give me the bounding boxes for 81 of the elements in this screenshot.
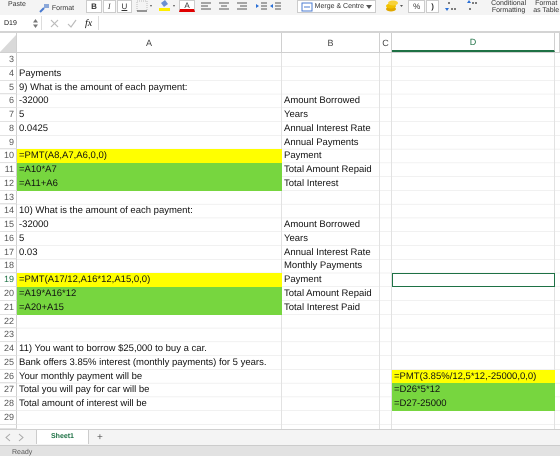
function-button[interactable]: fx: [85, 18, 92, 28]
table-cell: =PMT(A17/12,A16*12,A15,0,0): [17, 273, 282, 288]
row-header[interactable]: 17: [0, 246, 17, 260]
table-cell-text: 0.03: [18, 246, 38, 260]
select-all-corner[interactable]: [0, 33, 17, 52]
row-header[interactable]: 4: [0, 66, 17, 81]
add-sheet-button[interactable]: +: [96, 432, 103, 443]
row-header[interactable]: 24: [0, 342, 17, 356]
brush-icon: [38, 2, 50, 14]
row-header[interactable]: 5: [0, 80, 17, 94]
column-header[interactable]: D: [392, 33, 555, 52]
row-header[interactable]: 29: [0, 410, 17, 425]
table-cell: =A19*A16*12: [17, 287, 282, 301]
row-header[interactable]: 13: [0, 190, 17, 204]
column-header[interactable]: C: [380, 33, 392, 52]
table-cell-text: Payment: [283, 273, 322, 288]
selected-cell[interactable]: [392, 273, 555, 288]
row-header[interactable]: 18: [0, 259, 17, 274]
table-cell: =D26*5*12: [392, 383, 555, 398]
row-header[interactable]: 27: [0, 383, 17, 398]
table-cell-text: Payments: [18, 66, 62, 81]
row-header[interactable]: 3: [0, 53, 17, 67]
table-cell-text: 9) What is the amount of each payment:: [18, 80, 188, 94]
table-cell-text: Bank offers 3.85% interest (monthly payments) for 5 years.: [18, 356, 268, 370]
comma-style-button[interactable]: ): [426, 0, 439, 13]
table-cell: =A20+A15: [17, 300, 282, 315]
bold-button[interactable]: B: [86, 0, 102, 13]
row-header[interactable]: 8: [0, 122, 17, 136]
caret-icon: [366, 4, 372, 8]
table-cell: =A10*A7: [17, 163, 282, 177]
row-header[interactable]: 9: [0, 136, 17, 150]
table-cell-text: Total amount of interest will be: [18, 397, 148, 411]
table-cell-text: Total you will pay for car will be: [18, 383, 150, 398]
table-cell-text: 5: [18, 232, 26, 246]
table-cell-text: Total Amount Repaid: [283, 163, 373, 177]
row-header[interactable]: 14: [0, 204, 17, 218]
row-header[interactable]: 15: [0, 218, 17, 232]
table-cell: =A11+A6: [17, 176, 282, 191]
table-cell-text: Annual Payments: [283, 136, 360, 150]
column-header[interactable]: A: [17, 33, 282, 52]
stepper-icon: [33, 18, 38, 28]
row-header[interactable]: 7: [0, 108, 17, 122]
check-icon[interactable]: [67, 18, 77, 28]
table-cell-text: Total Interest Paid: [283, 300, 362, 315]
table-cell-text: -32000: [18, 218, 50, 232]
table-cell-text: Annual Interest Rate: [283, 122, 372, 136]
table-cell: =PMT(A8,A7,A6,0,0): [17, 149, 282, 164]
table-cell-text: 10) What is the amount of each payment:: [18, 204, 194, 218]
table-cell-text: Monthly Payments: [283, 259, 364, 274]
table-cell-text: -32000: [18, 94, 50, 108]
table-cell: =D27-25000: [392, 397, 555, 411]
table-cell-text: Amount Borrowed: [283, 218, 362, 232]
row-header[interactable]: 23: [0, 328, 17, 342]
borders-icon[interactable]: [136, 0, 154, 12]
table-cell-text: 5: [18, 108, 26, 122]
table-cell-text: Your monthly payment will be: [18, 370, 144, 384]
row-header[interactable]: 22: [0, 314, 17, 328]
font-color-button[interactable]: A: [179, 0, 195, 12]
table-cell-text: Years: [283, 108, 309, 122]
percent-button[interactable]: %: [408, 0, 426, 13]
table-cell-text: Annual Interest Rate: [283, 246, 372, 260]
table-cell: =PMT(3.85%/12,5*12,-25000,0,0): [392, 370, 555, 384]
table-cell-text: Total Interest: [283, 176, 340, 191]
row-header[interactable]: 25: [0, 356, 17, 370]
column-header[interactable]: B: [282, 33, 380, 52]
table-cell-text: Years: [283, 232, 309, 246]
table-cell-text: Total Amount Repaid: [283, 287, 373, 301]
row-header[interactable]: 28: [0, 397, 17, 411]
indent-icons[interactable]: [254, 0, 283, 12]
merge-icon: [300, 2, 313, 12]
row-header[interactable]: 16: [0, 232, 17, 246]
sheet-nav-icon[interactable]: [4, 432, 26, 442]
table-cell-text: Amount Borrowed: [283, 94, 362, 108]
table-cell-text: Payment: [283, 149, 322, 164]
italic-button[interactable]: I: [102, 0, 116, 13]
table-cell-text: 0.0425: [18, 122, 50, 136]
table-cell-text: 11) You want to borrow $25,000 to buy a car.: [18, 342, 208, 356]
row-header[interactable]: 6: [0, 94, 17, 108]
row-header[interactable]: 26: [0, 370, 17, 384]
underline-button[interactable]: U: [116, 0, 132, 13]
cancel-icon[interactable]: [50, 18, 59, 28]
